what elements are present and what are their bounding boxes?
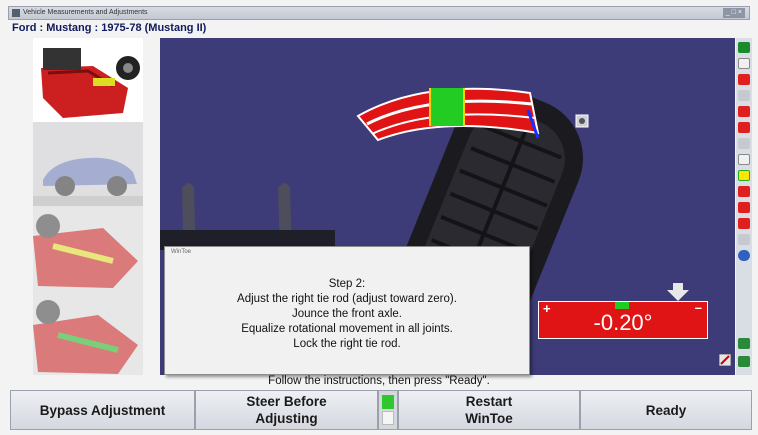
rear-axle-icon[interactable] xyxy=(738,356,750,367)
wintoe-icon[interactable] xyxy=(738,170,750,181)
camber-icon[interactable] xyxy=(738,74,750,85)
app-icon xyxy=(12,9,20,17)
caster-icon[interactable] xyxy=(738,106,750,117)
window-controls[interactable]: _ □ × xyxy=(722,8,745,18)
arrow-down-icon xyxy=(667,283,689,301)
adjustment-steps-panel xyxy=(33,38,143,375)
window-titlebar: Vehicle Measurements and Adjustments _ □… xyxy=(8,6,750,20)
gauge-icon[interactable] xyxy=(738,58,750,69)
steer-before-adjusting-button[interactable]: Steer Before Adjusting xyxy=(195,390,378,430)
tool-icon[interactable] xyxy=(738,90,750,101)
alignment-icon[interactable] xyxy=(738,42,750,53)
setback-icon[interactable] xyxy=(738,218,750,229)
minus-label: – xyxy=(694,300,702,315)
restart-wintoe-button[interactable]: Restart WinToe xyxy=(398,390,580,430)
toe-readout: + -0.20° – xyxy=(538,300,708,339)
right-toolbar xyxy=(736,38,752,375)
sai-icon[interactable] xyxy=(738,122,750,133)
wrench-icon[interactable] xyxy=(738,138,750,149)
no-signal-icon xyxy=(719,354,731,366)
bypass-adjustment-button[interactable]: Bypass Adjustment xyxy=(10,390,195,430)
step-heading: Step 2: xyxy=(328,278,366,290)
globe-icon[interactable] xyxy=(738,250,750,261)
toe-value: -0.20° xyxy=(593,310,653,335)
camera-icon[interactable] xyxy=(575,114,589,128)
axle-lock-icon[interactable] xyxy=(738,338,750,349)
step-thumbnail-2[interactable] xyxy=(33,122,143,206)
step-thumbnail-1[interactable] xyxy=(33,38,143,122)
green-light xyxy=(382,395,394,409)
toe-icon[interactable] xyxy=(738,186,750,197)
vehicle-label: Ford : Mustang : 1975-78 (Mustang II) xyxy=(12,22,207,34)
prompt-text: Follow the instructions, then press "Rea… xyxy=(268,375,490,387)
meter-icon[interactable] xyxy=(738,154,750,165)
instruction-line: Adjust the right tie rod (adjust toward … xyxy=(237,293,457,305)
in-spec-marker xyxy=(615,302,629,309)
axle-icon[interactable] xyxy=(738,202,750,213)
instruction-line: Lock the right tie rod. xyxy=(293,338,401,350)
instruction-line: Equalize rotational movement in all join… xyxy=(241,323,453,335)
ready-button[interactable]: Ready xyxy=(580,390,752,430)
step-thumbnail-3[interactable] xyxy=(33,206,143,290)
dialog-title: WinToe xyxy=(171,249,192,255)
instruction-text: Step 2: Adjust the right tie rod (adjust… xyxy=(165,277,529,352)
white-light xyxy=(382,411,394,425)
button-bar: Bypass Adjustment Steer Before Adjusting… xyxy=(10,390,752,430)
instruction-dialog: WinToe Step 2: Adjust the right tie rod … xyxy=(164,246,530,375)
step-thumbnail-4[interactable] xyxy=(33,290,143,375)
window-title: Vehicle Measurements and Adjustments xyxy=(23,9,148,16)
instruction-line: Jounce the front axle. xyxy=(292,308,402,320)
car-icon[interactable] xyxy=(738,234,750,245)
status-lamp xyxy=(378,390,398,430)
